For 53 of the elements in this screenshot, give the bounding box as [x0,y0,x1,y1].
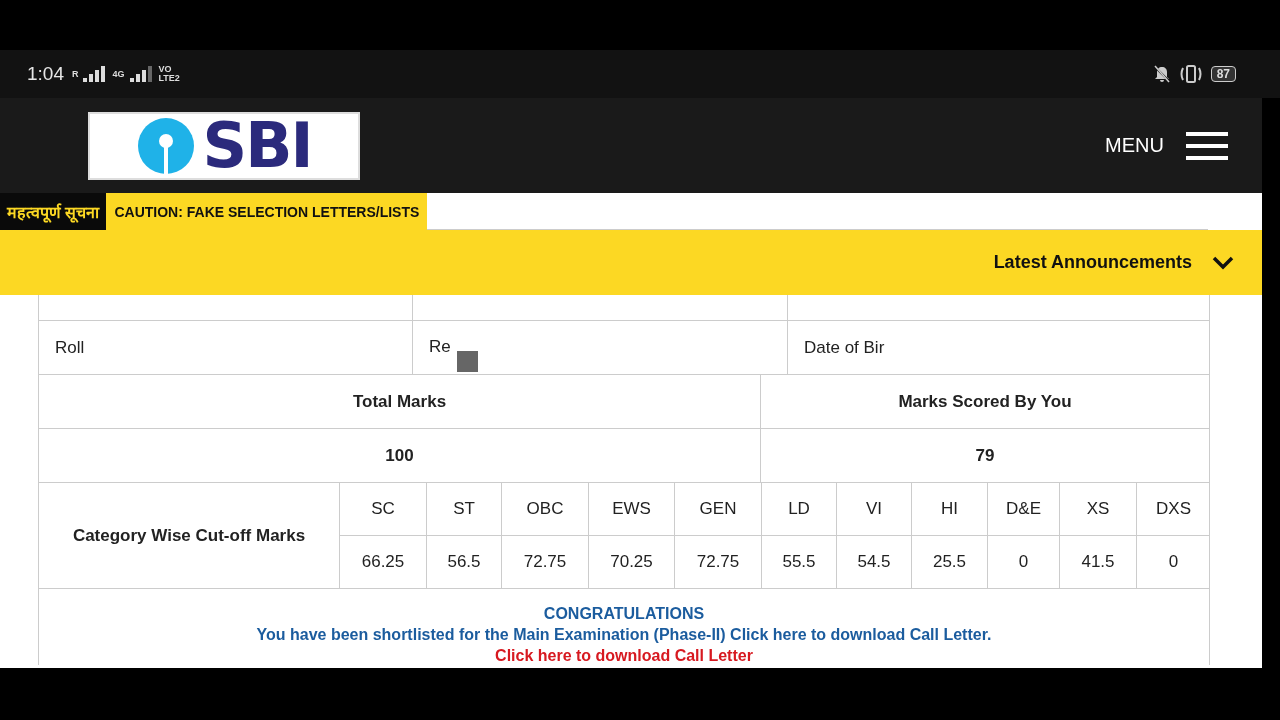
table-header: Total Marks [352,391,447,412]
network-label: R [72,69,79,79]
battery-level: 87 [1210,66,1236,82]
table-cell: 100 [385,445,414,466]
table-header: DXS [1156,499,1191,519]
table-header: Category Wise Cut-off Marks [72,525,306,546]
announcements-bar[interactable]: Latest Announcements [0,230,1262,295]
table-cell: 70.25 [610,552,653,572]
notice-label: महत्वपूर्ण सूचना [0,193,107,230]
network-label: LTE2 [158,74,180,83]
menu-button[interactable]: MENU [1099,130,1234,161]
table-header: Marks Scored By You [898,391,1072,412]
vibrate-icon [1178,64,1203,84]
table-header: HI [941,499,958,519]
table-cell: 72.75 [523,552,567,572]
download-link[interactable]: Click here to download Call Letter [495,647,753,665]
table-cell: 0 [1168,552,1179,572]
status-time: 1:04 [27,63,64,85]
keyhole-logo-icon [136,116,195,175]
table-cell: 56.5 [447,552,481,572]
logo-text: SBI [202,109,312,182]
table-cell: 66.25 [361,552,405,572]
table-header: XS [1086,499,1110,519]
table-header: EWS [612,499,651,519]
table-header: D&E [1006,499,1041,519]
table-cell: 55.5 [782,552,816,572]
network-label: 4G [112,69,125,79]
field-label: Date of Bir [804,337,885,358]
muted-bell-icon [1152,65,1171,83]
table-header: VI [865,499,883,519]
signal-icon [83,66,108,82]
field-label: Roll [55,337,85,358]
signal-icon [129,66,154,82]
table-header: SC [371,499,395,519]
table-cell: 79 [975,445,995,466]
table-cell: 54.5 [857,552,891,572]
field-label: Re [429,337,451,357]
table-header: GEN [699,499,737,519]
table-header: OBC [526,499,564,519]
table-cell: 41.5 [1081,552,1115,572]
result-message: You have been shortlisted for the Main Examination (Phase-II) Click here to download Call Letter. [256,626,992,644]
menu-icon [1186,131,1228,160]
table-header: LD [788,499,810,519]
network-label: VO [158,65,173,74]
announcements-label: Latest Announcements [993,252,1192,273]
result-heading: CONGRATULATIONS [543,605,705,623]
table-cell: 72.75 [696,552,740,572]
bank-logo[interactable]: SBI [88,111,360,180]
table-cell: 25.5 [932,552,967,572]
redaction-square [456,351,478,372]
table-cell: 0 [1018,552,1029,572]
notice-text[interactable]: CAUTION: FAKE SELECTION LETTERS/LISTS [106,193,428,230]
table-header: ST [453,499,475,519]
